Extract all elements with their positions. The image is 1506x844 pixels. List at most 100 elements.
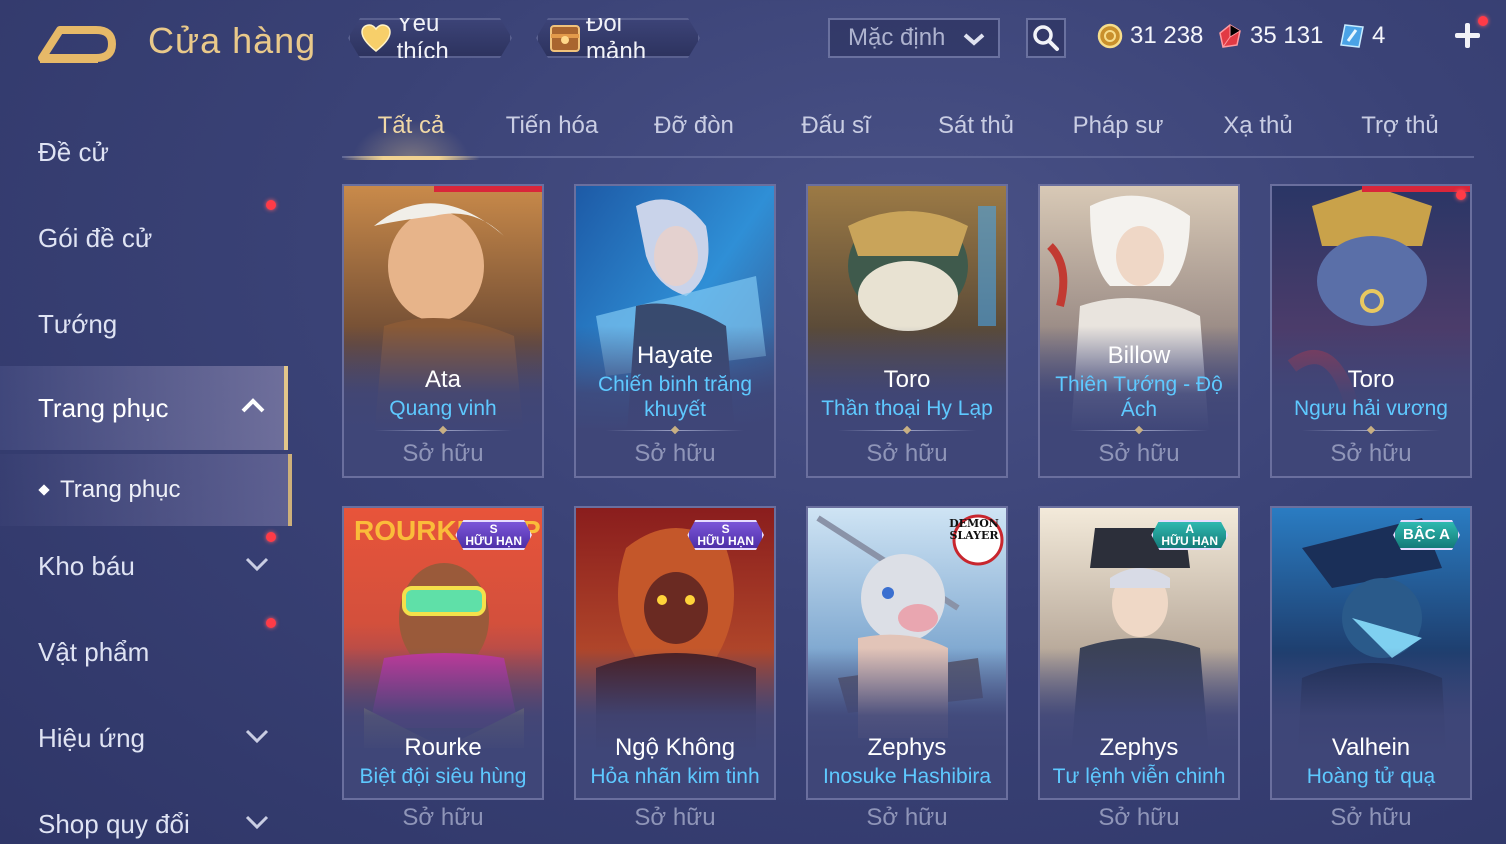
limited-ribbon bbox=[1362, 186, 1470, 192]
notification-dot bbox=[266, 532, 276, 542]
owned-status: Sở hữu bbox=[634, 804, 716, 831]
tab-assassin[interactable]: Sát thủ bbox=[908, 112, 1044, 156]
gold-coin-icon bbox=[1096, 22, 1124, 50]
shard-chest-icon bbox=[548, 22, 582, 54]
voucher-balance: 35 131 bbox=[1216, 20, 1323, 52]
sidebar-subitem-label: Trang phục bbox=[60, 476, 181, 503]
sidebar-item-items[interactable]: Vật phẩm bbox=[0, 610, 288, 694]
owned-status: Sở hữu bbox=[1330, 440, 1412, 467]
exchange-label: Đổi mảnh bbox=[586, 10, 647, 65]
sidebar-item-exchange-shop[interactable]: Shop quy đổi bbox=[0, 782, 288, 844]
hero-name: Ngộ Không bbox=[614, 734, 736, 761]
sidebar-item-skins[interactable]: Trang phục bbox=[0, 366, 288, 450]
tab-fighter[interactable]: Đấu sĩ bbox=[768, 112, 904, 156]
skin-name: Tư lệnh viễn chinh bbox=[1052, 765, 1226, 788]
sidebar-item-label: Hiệu ứng bbox=[38, 722, 146, 753]
chevron-down-icon bbox=[963, 33, 985, 46]
tab-tank[interactable]: Đỡ đòn bbox=[626, 112, 762, 156]
hero-name: Zephys bbox=[1099, 734, 1179, 761]
sort-value: Mặc định bbox=[848, 24, 946, 51]
hero-name: Hayate bbox=[636, 342, 714, 369]
sort-dropdown[interactable]: Mặc định bbox=[828, 18, 1000, 58]
chevron-down-icon bbox=[245, 815, 269, 830]
ticket-balance: 4 bbox=[1338, 20, 1385, 52]
top-bar: Cửa hàng Yêu thích Đổi mảnh Mặc định 31 … bbox=[0, 0, 1506, 80]
owned-status: Sở hữu bbox=[1098, 804, 1180, 831]
tier-badge: BẬC A bbox=[1393, 520, 1460, 550]
sidebar: Đề cử Gói đề cử Tướng Trang phục Trang p… bbox=[0, 100, 292, 844]
tab-marksman[interactable]: Xạ thủ bbox=[1190, 112, 1326, 156]
hero-name: Ata bbox=[424, 366, 462, 393]
ticket-amount: 4 bbox=[1372, 22, 1386, 49]
back-arrow-icon bbox=[38, 26, 116, 63]
skin-card[interactable]: Billow Thiên Tướng - Độ Ách Sở hữu bbox=[1038, 184, 1240, 478]
favorites-label: Yêu thích bbox=[396, 10, 449, 65]
chevron-down-icon bbox=[245, 557, 269, 572]
skin-name: Hỏa nhãn kim tinh bbox=[590, 765, 760, 788]
add-currency-button[interactable] bbox=[1452, 20, 1482, 50]
sidebar-item-recommended-packs[interactable]: Gói đề cử bbox=[0, 196, 288, 280]
exchange-shards-button[interactable]: Đổi mảnh bbox=[536, 18, 700, 58]
tab-evolution[interactable]: Tiến hóa bbox=[484, 112, 620, 156]
demon-slayer-logo: DEMON SLAYER bbox=[949, 517, 999, 542]
chevron-up-icon bbox=[241, 398, 265, 413]
sidebar-item-label: Shop quy đổi bbox=[38, 808, 190, 839]
limited-tier-badge: A HỮU HẠN bbox=[1151, 520, 1228, 550]
owned-status: Sở hữu bbox=[402, 440, 484, 467]
owned-status: Sở hữu bbox=[634, 440, 716, 467]
sidebar-item-effects[interactable]: Hiệu ứng bbox=[0, 696, 288, 780]
notification-dot bbox=[266, 618, 276, 628]
sidebar-item-label: Kho báu bbox=[38, 550, 135, 581]
notification-dot bbox=[1478, 16, 1488, 26]
tab-support[interactable]: Trợ thủ bbox=[1332, 112, 1468, 156]
skin-card[interactable]: Ata Quang vinh Sở hữu bbox=[342, 184, 544, 478]
skin-card[interactable]: Toro Ngưu hải vương Sở hữu bbox=[1270, 184, 1472, 478]
ticket-icon bbox=[1338, 22, 1366, 50]
sidebar-item-label: Trang phục bbox=[38, 392, 169, 423]
skin-name: Quang vinh bbox=[389, 397, 497, 420]
gold-balance: 31 238 bbox=[1096, 20, 1203, 52]
owned-status: Sở hữu bbox=[866, 804, 948, 831]
hero-name: Toro bbox=[1347, 366, 1395, 393]
category-tabs: Tất cả Tiến hóa Đỡ đòn Đấu sĩ Sát thủ Ph… bbox=[342, 106, 1474, 160]
sidebar-subitem-skins[interactable]: Trang phục bbox=[0, 454, 292, 526]
limited-tier-badge: S HỮU HẠN bbox=[455, 520, 532, 550]
bullet-diamond-icon bbox=[38, 484, 50, 496]
owned-status: Sở hữu bbox=[866, 440, 948, 467]
owned-status: Sở hữu bbox=[402, 804, 484, 831]
skin-card[interactable]: A HỮU HẠN Zephys Tư lệnh viễn chinh bbox=[1038, 506, 1240, 800]
notification-dot bbox=[1456, 190, 1466, 200]
skin-card[interactable]: S HỮU HẠN Ngộ Không Hỏa nhãn kim tinh bbox=[574, 506, 776, 800]
page-title: Cửa hàng bbox=[148, 20, 317, 61]
sidebar-item-label: Đề cử bbox=[38, 136, 109, 167]
hero-name: Rourke bbox=[404, 734, 482, 761]
skin-card[interactable]: Hayate Chiến binh trăng khuyết Sở hữu bbox=[574, 184, 776, 478]
heart-icon bbox=[360, 22, 393, 54]
chevron-down-icon bbox=[245, 729, 269, 744]
gold-amount: 31 238 bbox=[1130, 22, 1204, 49]
tab-all[interactable]: Tất cả bbox=[342, 112, 480, 160]
hero-name: Zephys bbox=[867, 734, 947, 761]
owned-status: Sở hữu bbox=[1098, 440, 1180, 467]
notification-dot bbox=[266, 200, 276, 210]
favorites-button[interactable]: Yêu thích bbox=[348, 18, 512, 58]
sidebar-item-heroes[interactable]: Tướng bbox=[0, 282, 288, 366]
back-button[interactable] bbox=[38, 22, 116, 64]
hero-name: Billow bbox=[1107, 342, 1171, 369]
sidebar-item-label: Tướng bbox=[38, 308, 118, 339]
sidebar-item-recommended[interactable]: Đề cử bbox=[0, 110, 288, 194]
skin-name: Chiến binh trăng khuyết bbox=[597, 373, 753, 421]
sidebar-item-treasure[interactable]: Kho báu bbox=[0, 524, 288, 608]
skin-card[interactable]: Toro Thần thoại Hy Lạp Sở hữu bbox=[806, 184, 1008, 478]
hero-name: Valhein bbox=[1331, 734, 1411, 761]
skin-name: Biệt đội siêu hùng bbox=[359, 765, 527, 788]
limited-tier-badge: S HỮU HẠN bbox=[687, 520, 764, 550]
skin-name: Thần thoại Hy Lạp bbox=[821, 397, 993, 420]
skin-card[interactable]: ROURKE SUPERTEAM S HỮU HẠN Rourke Biệt đ… bbox=[342, 506, 544, 800]
skin-card[interactable]: BẬC A Valhein Hoàng tử quạ bbox=[1270, 506, 1472, 800]
search-button[interactable] bbox=[1026, 18, 1066, 58]
search-icon bbox=[1033, 25, 1059, 51]
tab-mage[interactable]: Pháp sư bbox=[1050, 112, 1186, 156]
limited-ribbon bbox=[434, 186, 542, 192]
skin-card[interactable]: DEMON SLAYER Zephys Inosuke Hashibira bbox=[806, 506, 1008, 800]
